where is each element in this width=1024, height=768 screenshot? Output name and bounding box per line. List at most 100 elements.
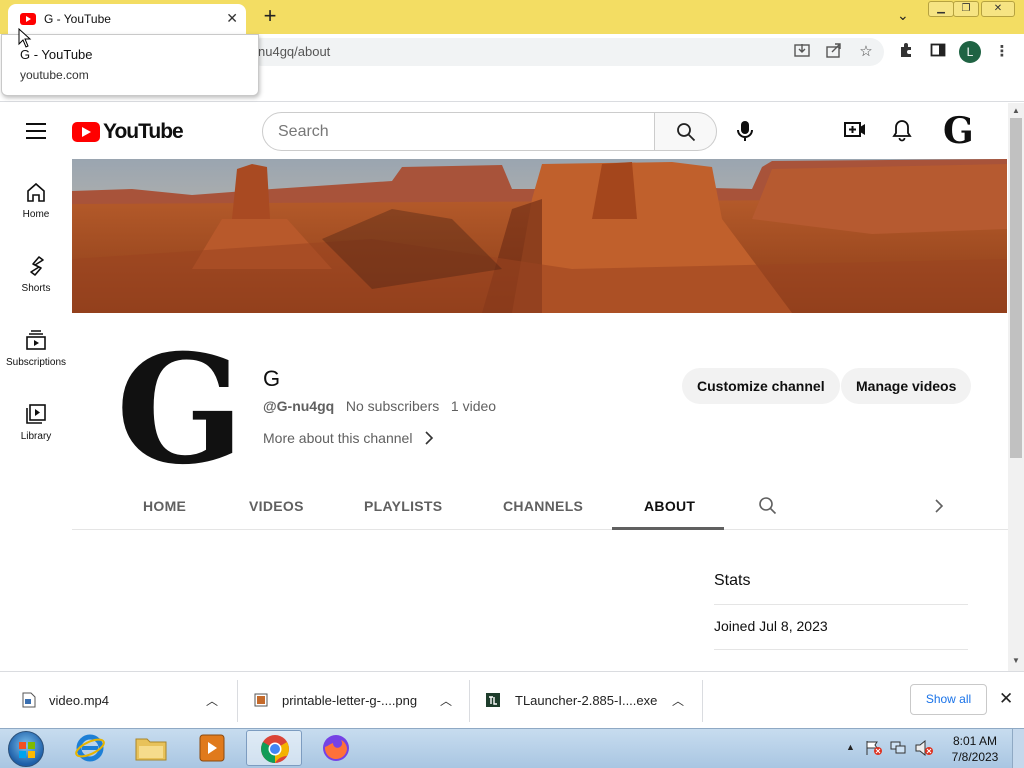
address-bar[interactable] (248, 38, 884, 66)
firefox-icon (323, 735, 349, 761)
search-button[interactable] (654, 112, 717, 151)
restore-button[interactable]: ❐ (953, 1, 979, 17)
taskbar-file-explorer[interactable] (123, 730, 179, 766)
close-downloads-icon[interactable]: ✕ (999, 689, 1013, 709)
browser-tab[interactable]: G - YouTube ✕ (8, 4, 246, 34)
chrome-icon (261, 735, 289, 763)
bookmark-star-icon[interactable]: ☆ (856, 42, 876, 62)
windows-logo-icon (19, 742, 35, 758)
channel-banner-image (72, 159, 1007, 313)
sidebar-item-label: Home (22, 209, 50, 220)
show-hidden-icons-arrow-icon[interactable]: ▲ (846, 742, 855, 752)
action-center-flag-icon[interactable] (865, 740, 883, 756)
youtube-favicon-icon (20, 13, 36, 25)
side-panel-icon[interactable] (928, 42, 948, 62)
start-button[interactable] (8, 731, 44, 767)
minimize-button[interactable]: ▁ (928, 1, 954, 17)
notifications-bell-icon[interactable] (891, 118, 913, 142)
tab-strip: G - YouTube ✕ + ⌄ ▁ ❐ ✕ (0, 0, 1024, 34)
volume-muted-icon[interactable] (914, 740, 934, 756)
manage-videos-button[interactable]: Manage videos (841, 368, 972, 404)
clock-date: 7/8/2023 (951, 750, 999, 764)
folder-icon (135, 738, 167, 761)
search-input[interactable]: Search (262, 112, 655, 151)
tab-home[interactable]: HOME (143, 498, 186, 514)
install-app-icon[interactable] (792, 42, 812, 62)
tab-videos[interactable]: VIDEOS (249, 498, 304, 514)
taskbar-chrome[interactable] (246, 730, 302, 766)
download-item-name[interactable]: printable-letter-g-....png (282, 693, 417, 708)
hover-card-title: G - YouTube (20, 47, 93, 62)
youtube-wordmark: YouTube (103, 120, 184, 143)
profile-avatar[interactable]: L (959, 41, 981, 63)
sidebar-item-label: Shorts (21, 283, 51, 294)
download-separator (469, 680, 470, 722)
hamburger-menu-icon[interactable] (26, 123, 46, 144)
tabs-divider (72, 529, 1008, 530)
video-file-icon (22, 692, 36, 708)
create-video-icon[interactable] (843, 119, 867, 141)
search-icon (677, 123, 696, 142)
download-item-name[interactable]: TLauncher-2.885-I....exe (515, 693, 657, 708)
downloads-bar: video.mp4 ︿ printable-letter-g-....png ︿… (0, 671, 1024, 728)
tab-channels[interactable]: CHANNELS (503, 498, 583, 514)
tab-playlists[interactable]: PLAYLISTS (364, 498, 442, 514)
scroll-down-arrow-icon[interactable]: ▼ (1012, 656, 1020, 665)
tab-close-icon[interactable]: ✕ (226, 10, 238, 27)
network-icon[interactable] (890, 740, 908, 756)
media-player-icon (199, 734, 225, 762)
more-about-label: More about this channel (263, 430, 413, 446)
home-icon (27, 182, 45, 202)
video-count: 1 video (450, 398, 497, 414)
sidebar-item-subscriptions[interactable]: Subscriptions (0, 329, 72, 368)
subscriptions-icon (26, 330, 46, 350)
tab-title: G - YouTube (44, 12, 111, 26)
tab-search-chevron-icon[interactable]: ⌄ (897, 7, 909, 24)
scroll-up-arrow-icon[interactable]: ▲ (1012, 106, 1020, 115)
internet-explorer-icon (75, 734, 105, 762)
menu-kebab-icon[interactable]: ⋮ (992, 42, 1012, 62)
sidebar-item-library[interactable]: Library (0, 403, 72, 442)
show-all-downloads-button[interactable]: Show all (910, 684, 987, 715)
system-clock[interactable]: 8:01 AM 7/8/2023 (948, 733, 1002, 765)
channel-handle: @G-nu4gq (263, 398, 335, 414)
taskbar-media-player[interactable] (184, 730, 240, 766)
download-item-name[interactable]: video.mp4 (49, 693, 109, 708)
channel-avatar-logo[interactable]: G (116, 335, 244, 485)
youtube-page: YouTube Search G Home Shorts Subscriptio… (0, 103, 1008, 671)
download-options-chevron-icon[interactable]: ︿ (206, 692, 218, 709)
shorts-icon (30, 256, 44, 276)
close-window-button[interactable]: ✕ (981, 1, 1015, 17)
taskbar-firefox[interactable] (308, 730, 364, 766)
more-about-channel-link[interactable]: More about this channel (263, 430, 434, 446)
download-options-chevron-icon[interactable]: ︿ (672, 692, 684, 709)
share-icon[interactable] (824, 42, 844, 62)
microphone-icon[interactable] (734, 119, 756, 143)
joined-date: Joined Jul 8, 2023 (714, 618, 828, 634)
show-desktop-button[interactable] (1012, 729, 1024, 768)
channel-search-icon[interactable] (758, 496, 778, 516)
sidebar-item-label: Subscriptions (5, 357, 67, 368)
library-icon (26, 404, 46, 424)
extensions-icon[interactable] (896, 42, 916, 62)
sidebar-item-home[interactable]: Home (0, 181, 72, 220)
youtube-logo[interactable]: YouTube (72, 120, 184, 144)
download-options-chevron-icon[interactable]: ︿ (440, 692, 452, 709)
tlauncher-file-icon (486, 693, 500, 707)
account-avatar[interactable]: G (943, 110, 974, 152)
address-url[interactable]: nu4gq/about (258, 44, 330, 59)
active-tab-indicator (612, 527, 724, 530)
tab-about[interactable]: ABOUT (644, 498, 695, 514)
clock-time: 8:01 AM (952, 734, 998, 748)
subscriber-count: No subscribers (345, 398, 440, 414)
tabs-scroll-right-icon[interactable] (934, 499, 944, 513)
sidebar-item-shorts[interactable]: Shorts (0, 255, 72, 294)
scrollbar-thumb[interactable] (1010, 118, 1022, 458)
new-tab-button[interactable]: + (258, 4, 282, 28)
tab-hover-card: G - YouTube youtube.com (1, 34, 259, 96)
chevron-right-icon (425, 431, 434, 445)
taskbar-internet-explorer[interactable] (62, 730, 118, 766)
hover-card-domain: youtube.com (20, 68, 89, 82)
customize-channel-button[interactable]: Customize channel (682, 368, 840, 404)
channel-meta: @G-nu4gq No subscribers 1 video (263, 398, 496, 414)
